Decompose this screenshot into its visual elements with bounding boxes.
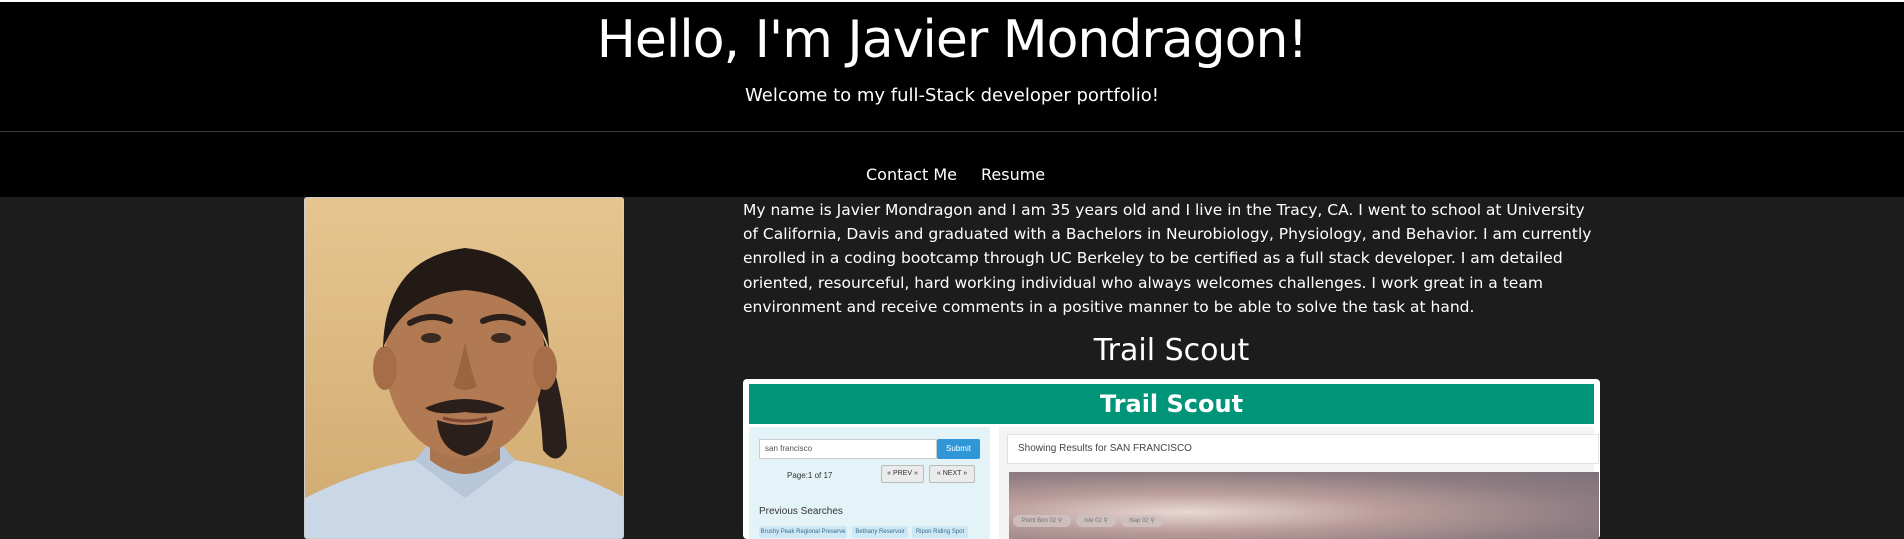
project-screenshot[interactable]: Trail Scout san francisco Submit Page:1 … bbox=[743, 379, 1600, 539]
project-title: Trail Scout bbox=[1093, 333, 1250, 368]
app-previous-search-chip: Bethany Reservoir bbox=[852, 526, 908, 538]
app-prev-button: « PREV » bbox=[881, 465, 924, 483]
profile-photo-illustration bbox=[305, 248, 623, 538]
main-nav: Contact Me Resume bbox=[0, 132, 1904, 197]
app-result-image bbox=[1009, 472, 1599, 539]
app-result-tag: Isle 02 ⚲ bbox=[1076, 515, 1116, 527]
app-next-button: « NEXT » bbox=[929, 465, 975, 483]
app-page-indicator: Page:1 of 17 bbox=[787, 471, 833, 480]
page-subtitle: Welcome to my full-Stack developer portf… bbox=[745, 85, 1159, 106]
app-search-input: san francisco bbox=[759, 439, 937, 459]
nav-contact-me[interactable]: Contact Me bbox=[866, 165, 957, 185]
app-sidebar: san francisco Submit Page:1 of 17 « PREV… bbox=[749, 427, 990, 539]
app-result-tag: Point Bon 02 ⚲ bbox=[1013, 515, 1071, 527]
bio-paragraph: My name is Javier Mondragon and I am 35 … bbox=[743, 201, 1592, 316]
app-submit-button: Submit bbox=[937, 439, 980, 459]
profile-photo bbox=[304, 197, 624, 539]
app-previous-searches-label: Previous Searches bbox=[759, 506, 843, 517]
nav-resume[interactable]: Resume bbox=[981, 165, 1045, 185]
app-title-bar: Trail Scout bbox=[749, 384, 1594, 424]
site-header: Hello, I'm Javier Mondragon! Welcome to … bbox=[0, 0, 1904, 132]
app-result-tag: Nap 02 ⚲ bbox=[1121, 515, 1163, 527]
app-previous-search-chip: Brushy Peak Regional Preserve bbox=[759, 526, 847, 538]
page-title: Hello, I'm Javier Mondragon! bbox=[596, 10, 1309, 70]
app-main-panel: Showing Results for SAN FRANCISCO Point … bbox=[999, 427, 1599, 539]
app-previous-search-chip: Ripon Riding Spot bbox=[912, 526, 968, 538]
app-results-header: Showing Results for SAN FRANCISCO bbox=[1007, 434, 1599, 464]
